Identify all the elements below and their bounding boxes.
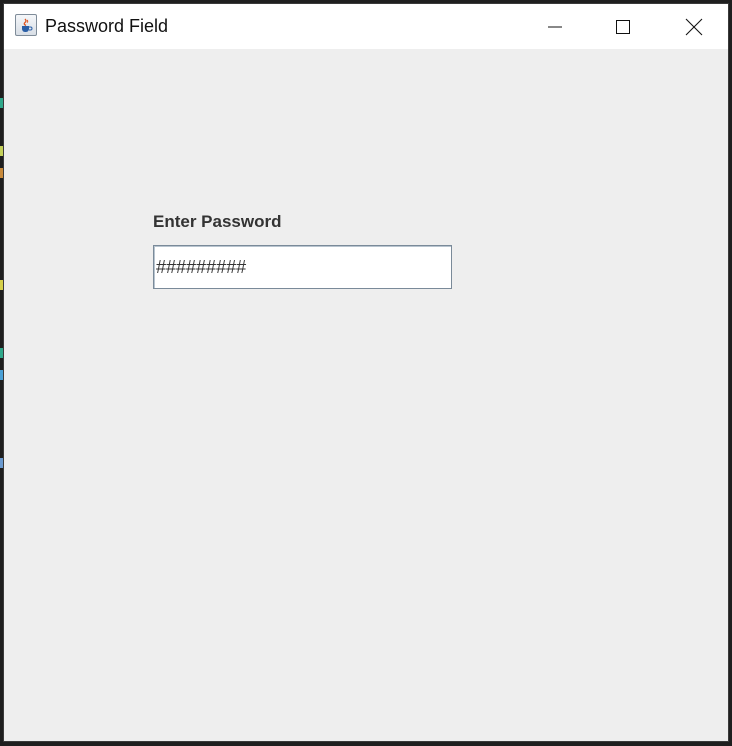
title-bar[interactable]: Password Field (4, 4, 728, 49)
close-button[interactable] (671, 4, 717, 49)
window-title: Password Field (45, 16, 169, 36)
app-window: Password Field Enter Password (3, 3, 729, 742)
close-icon (685, 18, 703, 35)
content-pane: Enter Password (4, 49, 728, 741)
maximize-icon (616, 19, 630, 34)
password-label: Enter Password (153, 212, 282, 231)
password-field[interactable] (153, 245, 452, 289)
maximize-button[interactable] (600, 4, 646, 49)
minimize-icon (548, 26, 562, 27)
java-cup-icon (15, 14, 37, 36)
minimize-button[interactable] (532, 4, 578, 49)
